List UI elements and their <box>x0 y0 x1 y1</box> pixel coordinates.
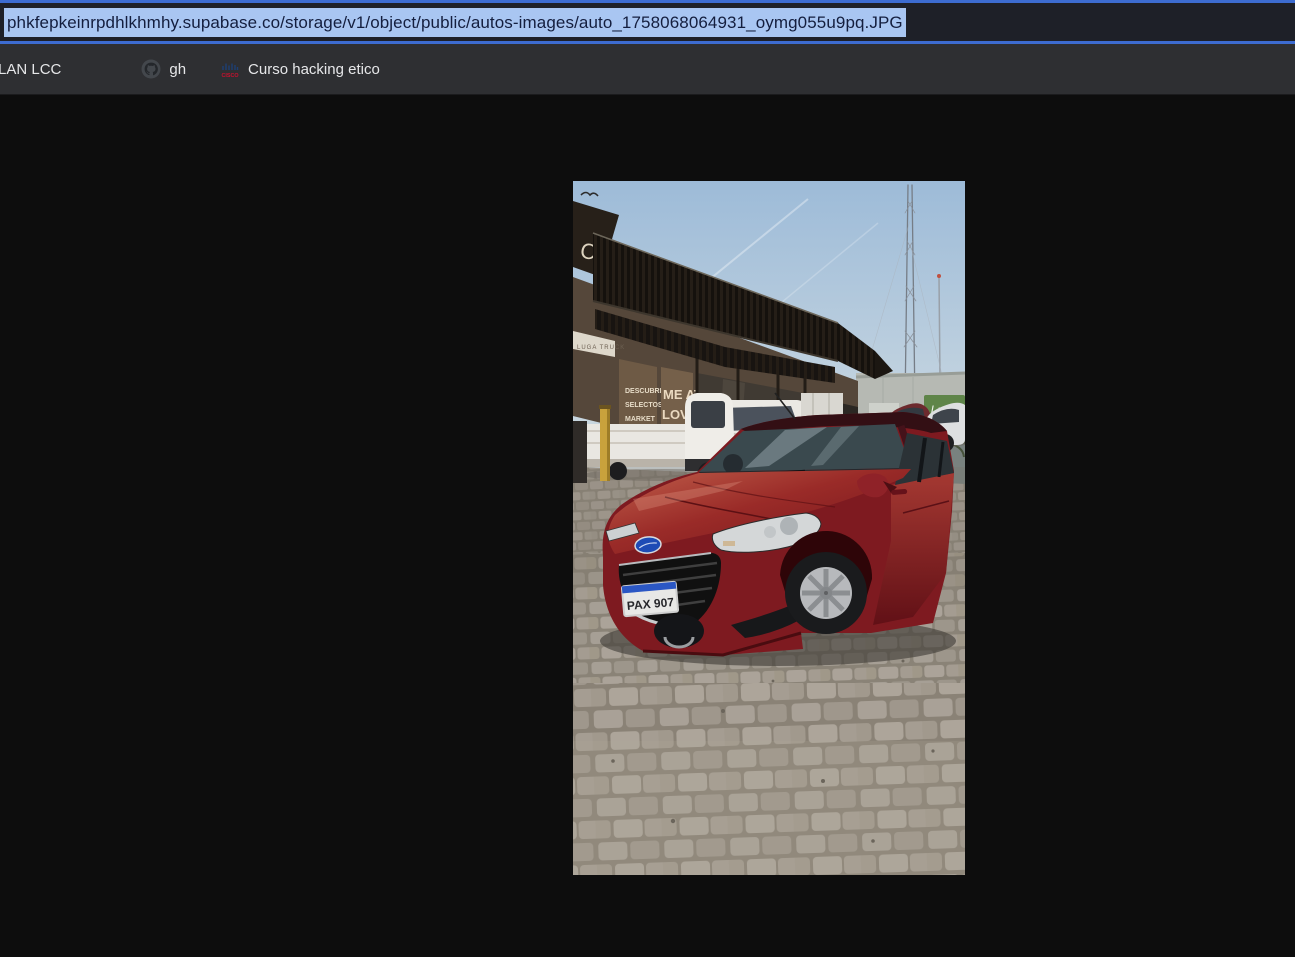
svg-text:LUGA TRUCK: LUGA TRUCK <box>577 345 625 351</box>
page-content: Luga LUGA TRUCK DESCUBRI SELECTOS MARKET… <box>0 95 1295 957</box>
svg-text:CISCO: CISCO <box>222 73 239 79</box>
bookmark-label: gh <box>169 60 187 78</box>
bookmark-label: LAN LCC <box>0 60 62 78</box>
yellow-bollard <box>599 405 611 481</box>
license-plate: PAX 907 <box>620 580 680 618</box>
front-wheel <box>654 614 704 648</box>
address-bar[interactable]: phkfepkeinrpdhlkhmhy.supabase.co/storage… <box>0 3 1295 41</box>
bookmark-label: Curso hacking etico <box>248 60 380 78</box>
car-photo: Luga LUGA TRUCK DESCUBRI SELECTOS MARKET… <box>573 181 965 875</box>
github-icon <box>141 59 161 79</box>
url-selected-text[interactable]: phkfepkeinrpdhlkhmhy.supabase.co/storage… <box>4 7 906 37</box>
svg-text:DESCUBRI: DESCUBRI <box>625 388 662 395</box>
dark-column <box>573 421 587 483</box>
bookmark-gh[interactable]: gh <box>141 59 186 79</box>
browser-window: phkfepkeinrpdhlkhmhy.supabase.co/storage… <box>0 0 1295 957</box>
svg-text:MARKET: MARKET <box>625 416 656 423</box>
bookmarks-bar: LAN LCC gh CISCO Curso hacking etico <box>0 44 1295 95</box>
cisco-icon: CISCO <box>220 59 240 79</box>
bookmark-lan-lcc[interactable]: LAN LCC <box>0 61 61 78</box>
bookmark-curso-hacking[interactable]: CISCO Curso hacking etico <box>220 59 380 80</box>
svg-text:SELECTOS: SELECTOS <box>625 402 663 409</box>
